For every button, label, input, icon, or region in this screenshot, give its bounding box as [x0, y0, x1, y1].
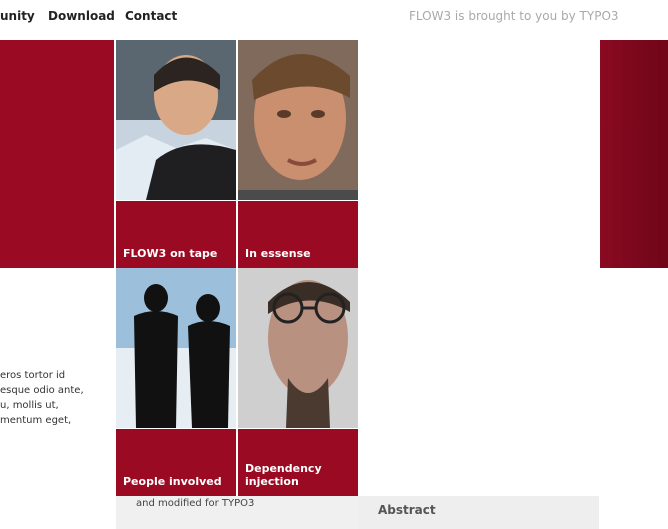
tile-label: FLOW3 on tape — [123, 247, 218, 260]
tile-dependency-injection[interactable]: Dependency injection — [238, 429, 358, 496]
tile-label: People involved — [123, 475, 222, 488]
person-glasses-image — [238, 268, 358, 428]
photo-person-glasses[interactable] — [238, 268, 358, 428]
tile-label: In essense — [245, 247, 311, 260]
body-text: eros tortor id esque odio ante, u, molli… — [0, 370, 84, 426]
right-red-panel — [600, 40, 668, 268]
photo-person-1[interactable] — [116, 40, 236, 200]
typo3-credit[interactable]: FLOW3 is brought to you by TYPO3 — [409, 9, 619, 23]
tile-people-involved[interactable]: People involved — [116, 429, 236, 496]
photo-person-2[interactable] — [238, 40, 358, 200]
caption-text: and modified for TYPO3 — [136, 498, 255, 509]
person-1-image — [116, 40, 236, 200]
nav-item-community[interactable]: unity — [0, 9, 35, 23]
tile-flow3-on-tape[interactable]: FLOW3 on tape — [116, 201, 236, 268]
photo-people-silhouette[interactable] — [116, 268, 236, 428]
tile-in-essense[interactable]: In essense — [238, 201, 358, 268]
abstract-heading: Abstract — [378, 503, 436, 517]
person-2-image — [238, 40, 358, 200]
nav-item-contact[interactable]: Contact — [125, 9, 177, 23]
left-red-panel — [0, 40, 114, 268]
tile-label: Dependency injection — [245, 462, 322, 488]
silhouette-image — [116, 268, 236, 428]
nav-item-download[interactable]: Download — [48, 9, 115, 23]
